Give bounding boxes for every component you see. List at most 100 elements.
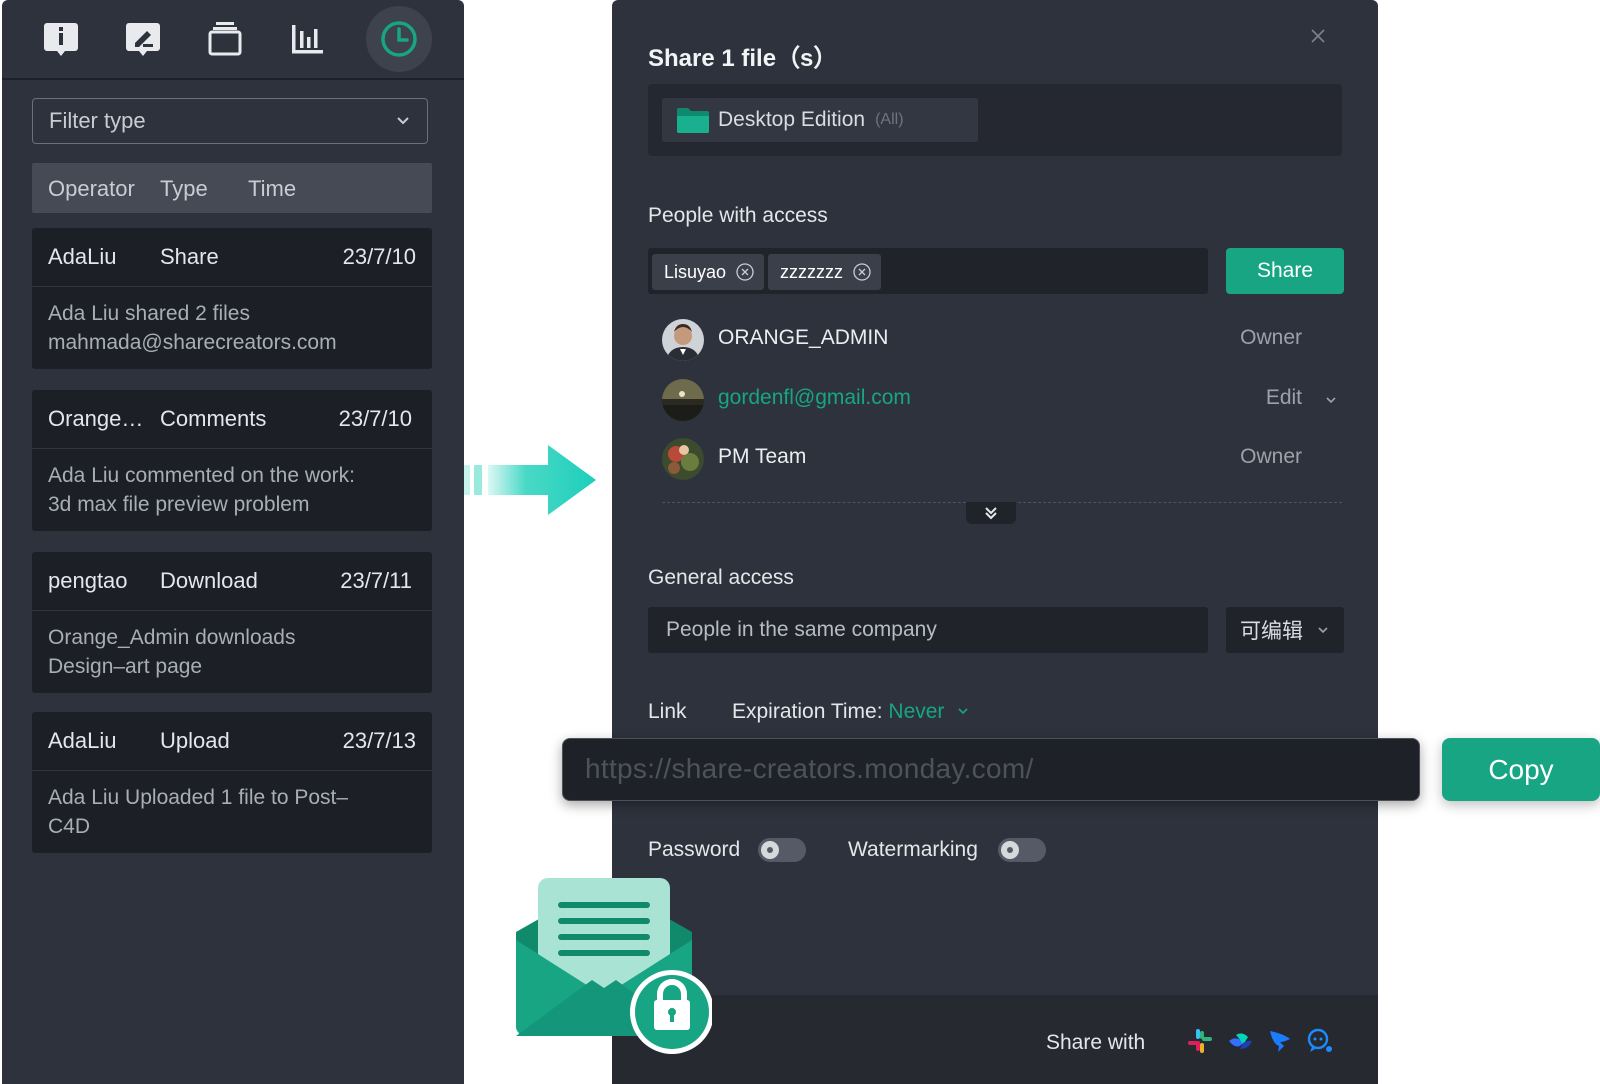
chevron-down-icon[interactable] <box>956 704 970 718</box>
info-icon <box>44 23 78 56</box>
copy-link-button[interactable]: Copy <box>1442 738 1600 801</box>
activity-card[interactable]: AdaLiu Upload 23/7/13 Ada Liu Uploaded 1… <box>32 712 432 853</box>
access-person-row: PM Team Owner <box>662 436 1342 480</box>
person-role: Owner <box>1240 326 1302 349</box>
activity-card[interactable]: Orange… Comments 23/7/10 Ada Liu comment… <box>32 390 432 531</box>
versions-tab[interactable] <box>192 6 258 72</box>
person-role-select[interactable]: Edit <box>1266 386 1302 410</box>
flow-arrow-icon <box>464 445 596 515</box>
selected-files-box: Desktop Edition (All) <box>648 84 1342 156</box>
person-email[interactable]: gordenfl@gmail.com <box>718 386 911 410</box>
remove-tag-icon[interactable] <box>853 263 871 281</box>
activity-operator: pengtao <box>48 568 128 593</box>
activity-date: 23/7/11 <box>340 568 412 593</box>
activity-type: Share <box>160 244 219 269</box>
share-button[interactable]: Share <box>1226 248 1344 294</box>
activity-card[interactable]: pengtao Download 23/7/11 Orange_Admin do… <box>32 552 432 693</box>
activity-desc-line: mahmada@sharecreators.com <box>48 331 337 354</box>
watermark-toggle[interactable] <box>998 838 1046 862</box>
watermark-label: Watermarking <box>848 838 978 861</box>
link-label: Link <box>648 700 687 723</box>
filter-type-select[interactable]: Filter type <box>32 98 428 144</box>
invite-tag-label: Lisuyao <box>664 261 727 282</box>
password-toggle[interactable] <box>758 838 806 862</box>
invite-tag-label: zzzzzzz <box>780 261 843 282</box>
avatar <box>662 379 704 421</box>
chevron-down-icon <box>1318 627 1328 634</box>
activity-description: Ada Liu Uploaded 1 file to Post– C4D <box>32 771 432 853</box>
activity-date: 23/7/10 <box>342 244 416 269</box>
people-access-label: People with access <box>648 204 828 227</box>
activity-desc-line: Orange_Admin downloads <box>48 626 296 649</box>
comment-tab[interactable] <box>110 6 176 72</box>
stats-tab[interactable] <box>274 6 340 72</box>
header-operator: Operator <box>48 176 135 201</box>
avatar <box>662 438 704 480</box>
activity-description: Orange_Admin downloads Design–art page <box>32 611 432 693</box>
expiration-setting[interactable]: Expiration Time: Never <box>732 700 970 724</box>
activity-description: Ada Liu commented on the work: 3d max fi… <box>32 449 432 531</box>
double-chevron-down-icon <box>985 507 997 520</box>
activity-description: Ada Liu shared 2 files mahmada@sharecrea… <box>32 287 432 369</box>
share-with-footer: Share with <box>612 995 1378 1084</box>
expiration-label: Expiration Time: <box>732 700 889 723</box>
expand-list-button[interactable] <box>966 502 1016 524</box>
share-link-url: https://share-creators.monday.com/ <box>585 753 1034 784</box>
chevron-down-icon <box>397 117 409 125</box>
header-time: Time <box>248 176 297 201</box>
layers-icon <box>208 22 242 56</box>
history-tab[interactable] <box>366 6 432 72</box>
wechat-work-icon[interactable] <box>1306 1027 1334 1055</box>
password-label: Password <box>648 838 741 861</box>
remove-tag-icon[interactable] <box>736 263 754 281</box>
activity-desc-line: Design–art page <box>48 655 203 678</box>
activity-panel: Filter type Operator Type Time AdaLiu Sh… <box>2 0 464 1084</box>
close-icon[interactable] <box>1310 28 1326 44</box>
activity-type: Comments <box>160 406 267 431</box>
activity-list-header: Operator Type Time <box>32 163 432 213</box>
avatar <box>662 319 704 361</box>
edit-icon <box>126 23 160 56</box>
dialog-title: Share 1 file（s） <box>648 45 838 72</box>
dingtalk-icon[interactable] <box>1266 1027 1294 1055</box>
invite-tag: zzzzzzz <box>768 254 881 290</box>
general-permission-select[interactable]: 可编辑 <box>1226 607 1344 653</box>
activity-desc-line: 3d max file preview problem <box>48 493 310 516</box>
activity-operator: Orange… <box>48 406 144 431</box>
activity-operator: AdaLiu <box>48 244 117 269</box>
general-access-select[interactable]: People in the same company <box>648 607 1208 653</box>
header-type: Type <box>160 176 208 201</box>
expiration-value[interactable]: Never <box>888 700 944 723</box>
activity-type: Download <box>160 568 258 593</box>
general-permission-value: 可编辑 <box>1240 620 1303 643</box>
invite-tag: Lisuyao <box>652 254 765 290</box>
panel-toolbar <box>2 0 464 80</box>
activity-desc-line: Ada Liu commented on the work: <box>48 464 356 487</box>
access-person-row: gordenfl@gmail.com Edit <box>662 377 1342 421</box>
folder-scope: (All) <box>875 111 904 128</box>
filter-type-value: Filter type <box>49 108 146 133</box>
activity-operator: AdaLiu <box>48 728 117 753</box>
activity-date: 23/7/13 <box>342 728 416 753</box>
activity-desc-line: C4D <box>48 815 91 838</box>
share-link-input[interactable]: https://share-creators.monday.com/ <box>562 738 1420 801</box>
invite-input[interactable]: Lisuyao zzzzzzz <box>648 248 1208 294</box>
person-name: ORANGE_ADMIN <box>718 326 889 349</box>
chevron-down-icon[interactable] <box>1324 393 1338 407</box>
activity-card[interactable]: AdaLiu Share 23/7/10 Ada Liu shared 2 fi… <box>32 228 432 369</box>
activity-type: Upload <box>160 728 230 753</box>
info-tab[interactable] <box>28 6 94 72</box>
chart-icon <box>292 25 323 54</box>
share-with-label: Share with <box>1046 1031 1146 1054</box>
activity-date: 23/7/10 <box>338 406 412 431</box>
folder-name: Desktop Edition <box>718 108 866 131</box>
secure-mail-icon <box>516 878 712 1054</box>
lark-icon[interactable] <box>1226 1027 1254 1055</box>
clock-icon <box>381 21 417 57</box>
slack-icon[interactable] <box>1186 1027 1214 1055</box>
person-role: Owner <box>1240 445 1302 468</box>
folder-chip[interactable]: Desktop Edition (All) <box>662 98 978 142</box>
folder-icon <box>677 108 709 133</box>
activity-desc-line: Ada Liu shared 2 files <box>48 302 250 325</box>
general-access-label: General access <box>648 566 794 589</box>
